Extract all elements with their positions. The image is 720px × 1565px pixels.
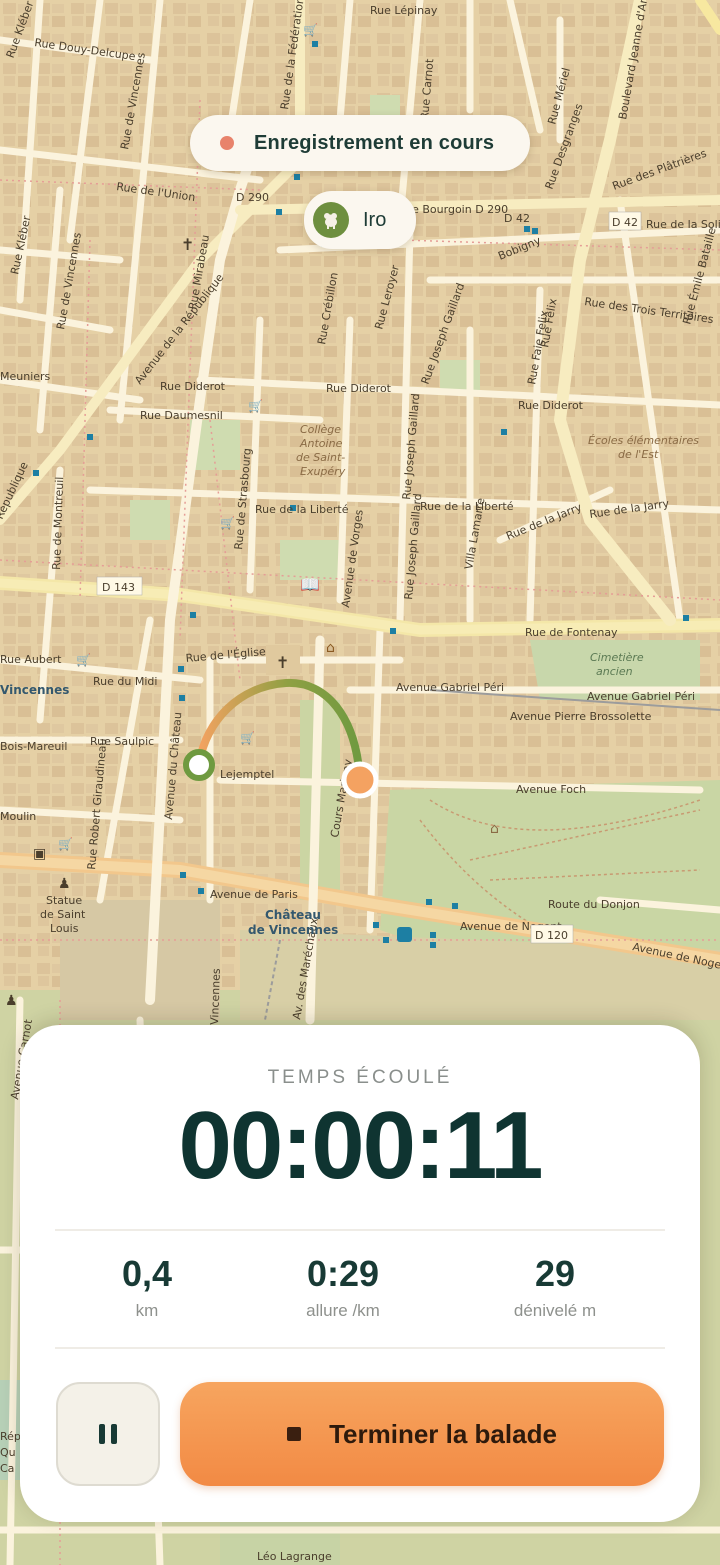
- recording-status-text: Enregistrement en cours: [254, 131, 495, 154]
- place-label: Exupéry: [300, 465, 346, 478]
- stat-pace-value: 0:29: [306, 1253, 380, 1294]
- map-label map-label-blue: Vincennes: [0, 683, 69, 697]
- map-label: D 143: [102, 581, 135, 594]
- svg-text:✝: ✝: [181, 235, 194, 254]
- map-label: Rue Aubert: [0, 653, 62, 666]
- divider: [55, 1229, 665, 1231]
- pause-icon: [96, 1424, 120, 1444]
- place-label: Écoles élémentaires: [588, 434, 699, 447]
- elapsed-time-label: TEMPS ÉCOULÉ: [267, 1067, 453, 1088]
- map-label: D 290: [236, 191, 269, 204]
- place-label: de l'Est: [618, 448, 659, 461]
- svg-text:▣: ▣: [33, 846, 46, 862]
- map-label: D 42: [612, 216, 638, 229]
- map-label: Rue Diderot: [160, 380, 226, 393]
- svg-text:📖: 📖: [300, 575, 320, 594]
- place-label: de Saint: [40, 908, 86, 921]
- place-label: Ca: [0, 1462, 14, 1475]
- svg-text:♟: ♟: [58, 876, 71, 892]
- place-label: Antoine: [299, 437, 343, 450]
- map-label: Vincennes: [208, 968, 223, 1025]
- map-label: Rue Lépinay: [370, 4, 438, 17]
- stat-elevation-value: 29: [534, 1253, 576, 1294]
- recording-dot-icon: [220, 136, 234, 150]
- svg-text:✝: ✝: [276, 653, 289, 672]
- map-label: Moulin: [0, 810, 36, 823]
- map-label: Léo Lagrange: [257, 1550, 332, 1563]
- map-label: Rue de Fontenay: [525, 626, 618, 639]
- map-label: Rue Diderot: [326, 382, 392, 395]
- svg-text:🛒: 🛒: [303, 23, 318, 37]
- stat-pace-label: allure /km: [306, 1301, 380, 1320]
- svg-text:♟: ♟: [5, 993, 18, 1009]
- stat-distance: 0,4 km: [47, 1253, 247, 1321]
- dog-chip[interactable]: Iro: [304, 191, 416, 249]
- svg-text:🛒: 🛒: [240, 731, 255, 745]
- stat-distance-value: 0,4: [121, 1253, 173, 1294]
- svg-text:⌂: ⌂: [490, 821, 499, 837]
- route-start-marker: [183, 749, 215, 781]
- map-label: Avenue Gabriel Péri: [396, 681, 504, 694]
- map-label: D 42: [504, 212, 530, 225]
- place-label: Collège: [300, 423, 341, 436]
- svg-text:🛒: 🛒: [76, 653, 91, 667]
- map-label: Avenue Pierre Brossolette: [510, 710, 652, 723]
- place-label: de Saint-: [296, 451, 345, 464]
- place-label: Rép: [0, 1430, 21, 1443]
- place-label: Château: [265, 908, 321, 922]
- divider: [55, 1347, 665, 1349]
- end-walk-label: Terminer la balade: [329, 1418, 557, 1449]
- map-label: Rue Daumesnil: [140, 409, 223, 422]
- map-label: Lejemptel: [220, 768, 274, 781]
- map-label: Route du Donjon: [548, 898, 640, 911]
- svg-text:⌂: ⌂: [326, 640, 335, 656]
- place-label: Qu: [0, 1446, 16, 1459]
- stop-icon: [287, 1427, 302, 1441]
- svg-text:🛒: 🛒: [248, 399, 263, 413]
- map-label: Rue de la Liberté: [255, 503, 349, 516]
- dog-name: Iro: [363, 208, 387, 231]
- map-label: Rue Diderot: [518, 399, 584, 412]
- recording-status-pill: Enregistrement en cours: [190, 115, 530, 171]
- place-label: de Vincennes: [248, 923, 338, 937]
- svg-text:🛒: 🛒: [58, 837, 73, 851]
- map-label: Avenue Foch: [516, 783, 586, 796]
- map-label: Rue de la Liberté: [420, 500, 514, 513]
- stat-elevation-label: dénivelé m: [513, 1301, 597, 1320]
- stat-distance-label: km: [135, 1301, 159, 1320]
- dog-icon: [313, 202, 349, 238]
- place-label: Cimetière: [590, 651, 644, 664]
- svg-text:🛒: 🛒: [220, 516, 235, 530]
- stat-pace: 0:29 allure /km: [243, 1253, 443, 1321]
- stat-elevation: 29 dénivelé m: [455, 1253, 655, 1321]
- walk-tracking-panel: TEMPS ÉCOULÉ 00:00:11 0,4 km 0:29 allure…: [20, 1025, 700, 1522]
- map-label: Rue du Midi: [93, 675, 157, 688]
- map-label: Meuniers: [0, 370, 51, 383]
- elapsed-timer: 00:00:11: [178, 1092, 544, 1199]
- place-label: Statue: [46, 894, 82, 907]
- map-label: Bois-Mareuil: [0, 740, 67, 753]
- end-walk-button[interactable]: Terminer la balade: [180, 1382, 664, 1486]
- map-label: Avenue Gabriel Péri: [587, 690, 695, 703]
- map-label: Avenue de Paris: [210, 888, 298, 901]
- current-position-marker: [341, 761, 379, 799]
- map-label: D 120: [535, 929, 568, 942]
- pause-button[interactable]: [56, 1382, 160, 1486]
- place-label: ancien: [596, 665, 633, 678]
- place-label: Louis: [50, 922, 79, 935]
